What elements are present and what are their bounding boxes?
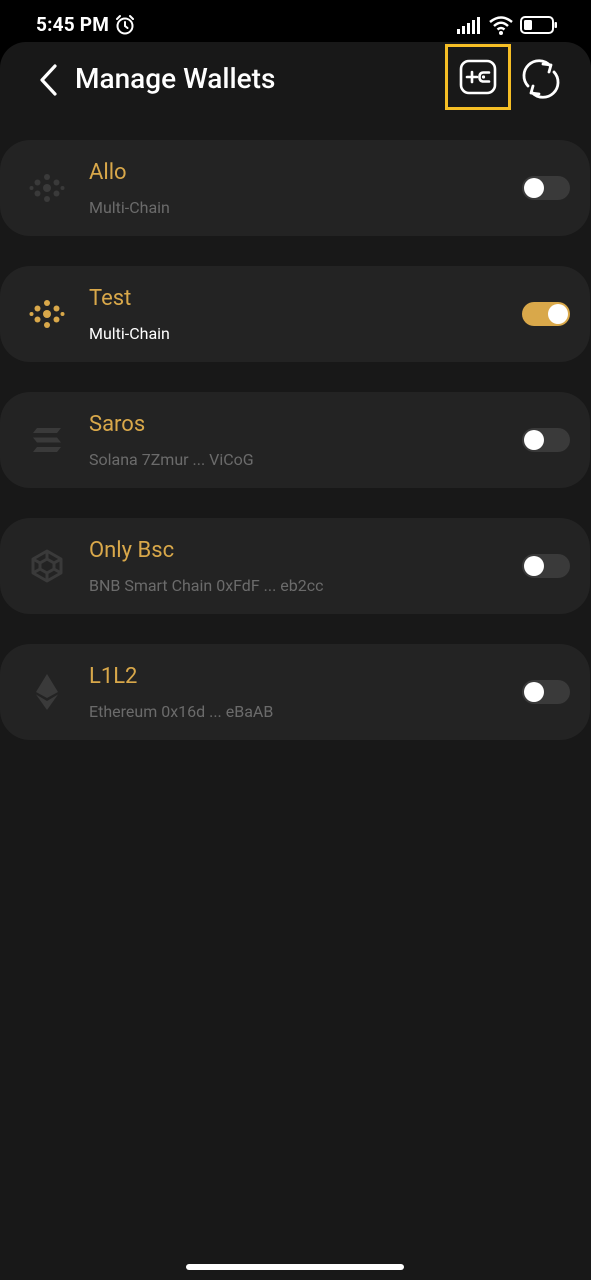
- back-button[interactable]: [30, 60, 66, 100]
- wallet-name: Saros: [89, 412, 146, 437]
- toggle-knob: [524, 178, 544, 198]
- wallet-row-l1l2[interactable]: L1L2 Ethereum 0x16d ... eBaAB: [0, 644, 590, 740]
- app-panel: Manage Wallets Allo Multi-Chain Test Mul…: [0, 42, 591, 1280]
- solana-icon: [27, 420, 67, 460]
- wallet-name: L1L2: [89, 664, 138, 689]
- toggle-knob: [524, 430, 544, 450]
- wallet-row-only-bsc[interactable]: Only Bsc BNB Smart Chain 0xFdF ... eb2cc: [0, 518, 590, 614]
- screen: 5:45 PM Manage Wallets Allo Multi-Chain …: [0, 0, 591, 1280]
- wallet-name: Only Bsc: [89, 538, 175, 563]
- multichain-icon: [27, 294, 67, 334]
- wallet-subtitle: Multi-Chain: [89, 198, 170, 217]
- wallet-toggle[interactable]: [522, 680, 570, 704]
- wallet-row-saros[interactable]: Saros Solana 7Zmur ... ViCoG: [0, 392, 590, 488]
- battery-icon: [520, 16, 557, 34]
- alarm-icon: [116, 15, 134, 35]
- chevron-left-icon: [40, 64, 57, 96]
- home-indicator[interactable]: [186, 1264, 404, 1270]
- toggle-knob: [548, 304, 568, 324]
- wallet-toggle[interactable]: [522, 554, 570, 578]
- wallet-row-allo[interactable]: Allo Multi-Chain: [0, 140, 590, 236]
- sync-icon: [522, 59, 560, 99]
- wallet-toggle[interactable]: [522, 428, 570, 452]
- wallet-row-test[interactable]: Test Multi-Chain: [0, 266, 590, 362]
- wallet-subtitle: Multi-Chain: [89, 324, 170, 343]
- bnb-icon: [27, 546, 67, 586]
- toggle-knob: [524, 556, 544, 576]
- wallet-subtitle: Ethereum 0x16d ... eBaAB: [89, 702, 274, 721]
- add-wallet-icon: [459, 59, 497, 95]
- multichain-icon: [27, 168, 67, 208]
- wallet-subtitle: Solana 7Zmur ... ViCoG: [89, 450, 254, 469]
- wallet-name: Test: [89, 286, 132, 311]
- wallet-subtitle: BNB Smart Chain 0xFdF ... eb2cc: [89, 576, 324, 595]
- add-wallet-button[interactable]: [445, 44, 511, 110]
- wallet-toggle[interactable]: [522, 176, 570, 200]
- signal-icon: [457, 17, 480, 34]
- ethereum-icon: [27, 672, 67, 712]
- toggle-knob: [524, 682, 544, 702]
- sync-button[interactable]: [520, 58, 562, 100]
- page-title: Manage Wallets: [75, 62, 276, 95]
- wallet-toggle[interactable]: [522, 302, 570, 326]
- wifi-icon: [489, 16, 513, 35]
- status-time: 5:45 PM: [36, 13, 110, 36]
- wallet-name: Allo: [89, 160, 127, 185]
- header: Manage Wallets: [0, 42, 591, 122]
